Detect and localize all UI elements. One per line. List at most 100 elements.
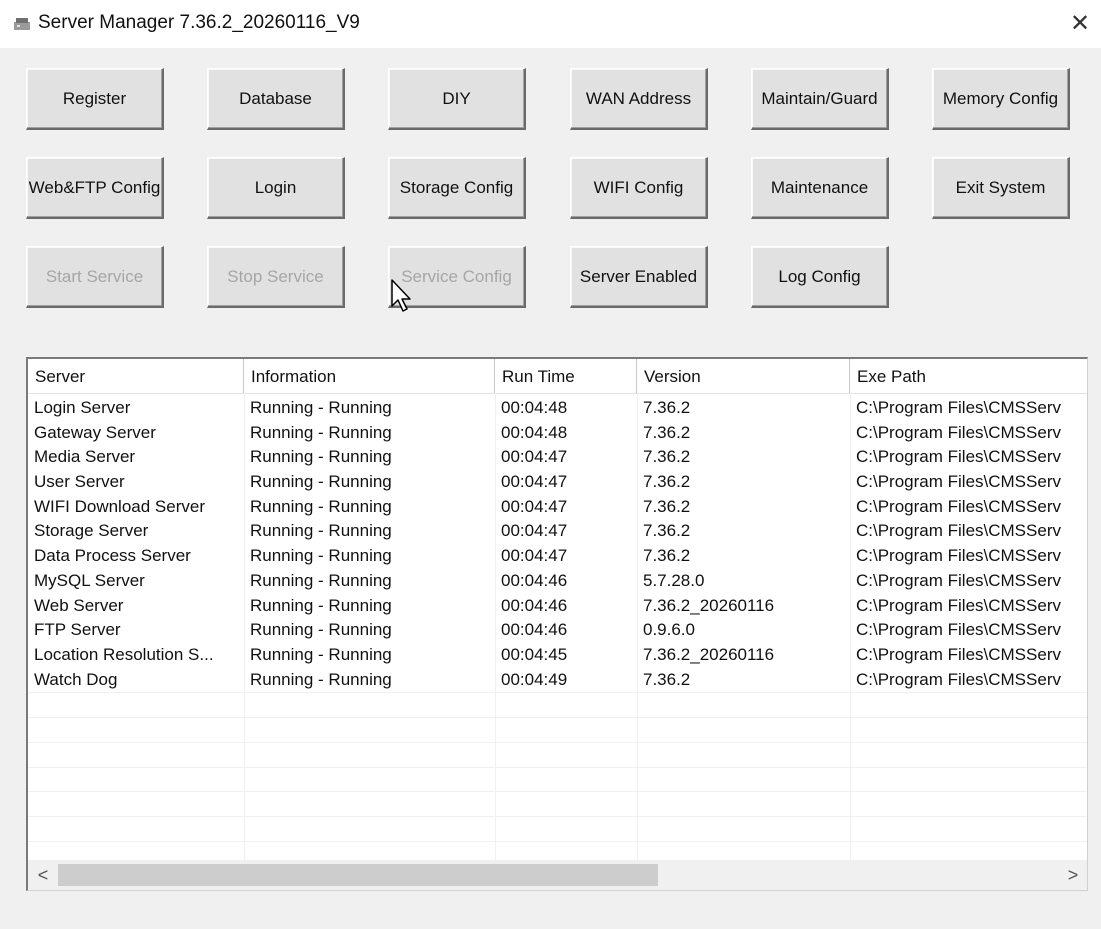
cell-run-time: 00:04:48 bbox=[501, 422, 568, 442]
cell-run-time: 00:04:48 bbox=[501, 398, 568, 417]
table-row[interactable]: Media Server Running - Running 00:04:47 7.3… bbox=[28, 445, 1087, 470]
cell-run-time: 00:04:49 bbox=[501, 669, 568, 689]
wifi-config-button[interactable]: WIFI Config bbox=[570, 157, 708, 219]
cell-version: 7.36.2 bbox=[643, 422, 691, 442]
cell-information: Running - Running bbox=[250, 546, 392, 566]
cell-information: Running - Running bbox=[250, 398, 392, 417]
login-button[interactable]: Login bbox=[207, 157, 345, 219]
column-header-run-time[interactable]: Run Time bbox=[495, 359, 637, 393]
cell-server: Storage Server bbox=[34, 521, 149, 541]
cell-version: 7.36.2 bbox=[643, 669, 691, 689]
cell-version: 7.36.2 bbox=[643, 447, 691, 467]
table-row[interactable]: Data Process Server Running - Running 00:0… bbox=[28, 544, 1087, 569]
cell-server: Watch Dog bbox=[34, 669, 118, 689]
app-icon bbox=[14, 18, 30, 30]
cell-version: 7.36.2_20260116 bbox=[643, 644, 775, 664]
list-header: Server Information Run Time Version Exe … bbox=[28, 359, 1087, 394]
table-row[interactable]: Login Server Running - Running 00:04:48 7.3… bbox=[28, 396, 1087, 421]
server-list[interactable]: Server Information Run Time Version Exe … bbox=[26, 357, 1088, 891]
empty-row-line bbox=[28, 766, 1087, 768]
table-row[interactable]: Watch Dog Running - Running 00:04:49 7.36.2… bbox=[28, 668, 1087, 693]
cell-run-time: 00:04:47 bbox=[501, 472, 568, 492]
cell-exe-path: C:\Program Files\CMSServ bbox=[856, 521, 1061, 541]
horizontal-scrollbar[interactable]: < > bbox=[28, 860, 1087, 890]
cell-run-time: 00:04:47 bbox=[501, 447, 568, 467]
cell-server: FTP Server bbox=[34, 620, 121, 640]
cell-exe-path: C:\Program Files\CMSServ bbox=[856, 595, 1061, 615]
maintain-guard-button[interactable]: Maintain/Guard bbox=[751, 68, 889, 130]
exit-system-button[interactable]: Exit System bbox=[932, 157, 1070, 219]
cell-server: Gateway Server bbox=[34, 422, 156, 442]
scroll-right-icon[interactable]: > bbox=[1060, 860, 1086, 890]
column-header-exe-path[interactable]: Exe Path bbox=[850, 359, 1087, 393]
cell-exe-path: C:\Program Files\CMSServ bbox=[856, 422, 1061, 442]
cell-information: Running - Running bbox=[250, 422, 392, 442]
mouse-pointer-icon bbox=[391, 279, 411, 312]
cell-version: 7.36.2 bbox=[643, 521, 691, 541]
scrollbar-thumb[interactable] bbox=[58, 864, 658, 886]
cell-exe-path: C:\Program Files\CMSServ bbox=[856, 669, 1061, 689]
empty-row-line bbox=[28, 840, 1087, 842]
cell-server: WIFI Download Server bbox=[34, 496, 205, 516]
column-header-server[interactable]: Server bbox=[28, 359, 244, 393]
cell-exe-path: C:\Program Files\CMSServ bbox=[856, 398, 1061, 417]
scroll-left-icon[interactable]: < bbox=[30, 860, 56, 890]
cell-run-time: 00:04:46 bbox=[501, 620, 568, 640]
table-row[interactable]: Storage Server Running - Running 00:04:47 7… bbox=[28, 519, 1087, 544]
cell-information: Running - Running bbox=[250, 620, 392, 640]
cell-server: User Server bbox=[34, 472, 125, 492]
list-rows: Login Server Running - Running 00:04:48 7.3… bbox=[28, 396, 1087, 693]
cell-server: Web Server bbox=[34, 595, 124, 615]
database-button[interactable]: Database bbox=[207, 68, 345, 130]
cell-version: 5.7.28.0 bbox=[643, 570, 705, 590]
cell-run-time: 00:04:47 bbox=[501, 496, 568, 516]
maintenance-button[interactable]: Maintenance bbox=[751, 157, 889, 219]
cell-exe-path: C:\Program Files\CMSServ bbox=[856, 644, 1061, 664]
cell-run-time: 00:04:45 bbox=[501, 644, 568, 664]
wan-address-button[interactable]: WAN Address bbox=[570, 68, 708, 130]
cell-server: Location Resolution S... bbox=[34, 644, 214, 664]
column-header-information[interactable]: Information bbox=[244, 359, 495, 393]
table-row[interactable]: MySQL Server Running - Running 00:04:46 5.7… bbox=[28, 569, 1087, 594]
table-row[interactable]: WIFI Download Server Running - Running 00:… bbox=[28, 495, 1087, 520]
table-row[interactable]: Web Server Running - Running 00:04:46 7.36.… bbox=[28, 594, 1087, 619]
memory-config-button[interactable]: Memory Config bbox=[932, 68, 1070, 130]
table-row[interactable]: Gateway Server Running - Running 00:04:48 7… bbox=[28, 421, 1087, 446]
cell-information: Running - Running bbox=[250, 570, 392, 590]
cell-version: 7.36.2 bbox=[643, 546, 691, 566]
cell-information: Running - Running bbox=[250, 447, 392, 467]
cell-run-time: 00:04:46 bbox=[501, 595, 568, 615]
column-header-version[interactable]: Version bbox=[637, 359, 850, 393]
cell-information: Running - Running bbox=[250, 644, 392, 664]
table-row[interactable]: Location Resolution S... Running - Runnin… bbox=[28, 643, 1087, 668]
log-config-button[interactable]: Log Config bbox=[751, 246, 889, 308]
storage-config-button[interactable]: Storage Config bbox=[388, 157, 526, 219]
cell-information: Running - Running bbox=[250, 472, 392, 492]
table-row[interactable]: User Server Running - Running 00:04:47 7.36… bbox=[28, 470, 1087, 495]
cell-run-time: 00:04:47 bbox=[501, 546, 568, 566]
cell-version: 7.36.2_20260116 bbox=[643, 595, 775, 615]
close-icon[interactable]: ✕ bbox=[1065, 9, 1095, 39]
server-enabled-button[interactable]: Server Enabled bbox=[570, 246, 708, 308]
cell-exe-path: C:\Program Files\CMSServ bbox=[856, 620, 1061, 640]
cell-information: Running - Running bbox=[250, 521, 392, 541]
cell-server: Login Server bbox=[34, 398, 131, 417]
start-service-button[interactable]: Start Service bbox=[26, 246, 164, 308]
cell-version: 7.36.2 bbox=[643, 398, 691, 417]
table-row[interactable]: FTP Server Running - Running 00:04:46 0.9.6… bbox=[28, 618, 1087, 643]
cell-server: MySQL Server bbox=[34, 570, 145, 590]
register-button[interactable]: Register bbox=[26, 68, 164, 130]
empty-row-line bbox=[28, 815, 1087, 817]
empty-row-line bbox=[28, 692, 1087, 694]
web-ftp-config-button[interactable]: Web&FTP Config bbox=[26, 157, 164, 219]
cell-exe-path: C:\Program Files\CMSServ bbox=[856, 447, 1061, 467]
title-bar: Server Manager 7.36.2_20260116_V9 ✕ bbox=[0, 0, 1101, 48]
cell-exe-path: C:\Program Files\CMSServ bbox=[856, 570, 1061, 590]
cell-exe-path: C:\Program Files\CMSServ bbox=[856, 496, 1061, 516]
cell-run-time: 00:04:46 bbox=[501, 570, 568, 590]
stop-service-button[interactable]: Stop Service bbox=[207, 246, 345, 308]
cell-exe-path: C:\Program Files\CMSServ bbox=[856, 546, 1061, 566]
cell-exe-path: C:\Program Files\CMSServ bbox=[856, 472, 1061, 492]
diy-button[interactable]: DIY bbox=[388, 68, 526, 130]
window-title: Server Manager 7.36.2_20260116_V9 bbox=[38, 12, 360, 33]
